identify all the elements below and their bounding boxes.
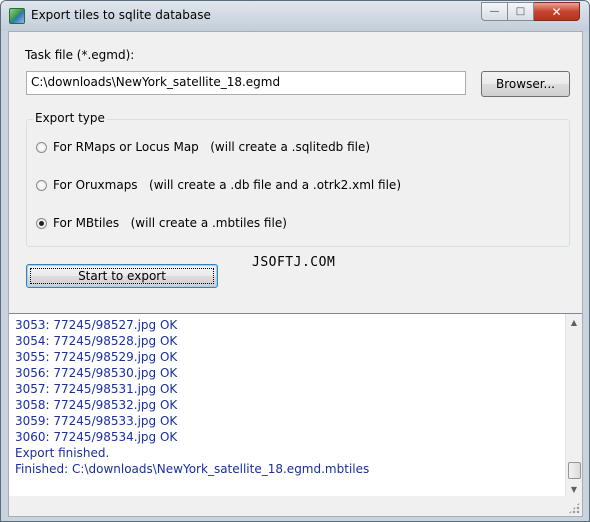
browse-button[interactable]: Browser... xyxy=(481,71,570,97)
scroll-down-icon[interactable]: ▼ xyxy=(566,481,582,497)
window-title: Export tiles to sqlite database xyxy=(31,8,211,22)
task-file-input[interactable]: C:\downloads\NewYork_satellite_18.egmd xyxy=(26,71,466,95)
minimize-icon: — xyxy=(489,6,500,17)
log-line: 3059: 77245/98533.jpg OK xyxy=(15,414,178,428)
export-type-group: Export type For RMaps or Locus Map (will… xyxy=(26,111,570,247)
minimize-button[interactable]: — xyxy=(481,2,508,21)
export-type-title: Export type xyxy=(33,111,107,125)
export-dialog-window: Export tiles to sqlite database — □ ✕ Ta… xyxy=(0,0,590,522)
scroll-thumb[interactable] xyxy=(568,462,581,479)
maximize-button[interactable]: □ xyxy=(508,2,534,21)
task-file-label: Task file (*.egmd): xyxy=(25,48,135,62)
title-bar[interactable]: Export tiles to sqlite database — □ ✕ xyxy=(1,1,589,31)
log-line: Export finished. xyxy=(15,446,110,460)
radio-option-oruxmaps[interactable]: For Oruxmaps (will create a .db file and… xyxy=(36,178,401,192)
log-line: 3057: 77245/98531.jpg OK xyxy=(15,382,178,396)
log-line: 3055: 77245/98529.jpg OK xyxy=(15,350,178,364)
log-line: 3058: 77245/98532.jpg OK xyxy=(15,398,178,412)
maximize-icon: □ xyxy=(515,6,526,17)
status-strip xyxy=(9,496,582,516)
watermark-text: JSOFTJ.COM xyxy=(252,255,336,270)
scroll-up-icon[interactable]: ▲ xyxy=(566,314,582,330)
start-export-button[interactable]: Start to export xyxy=(26,264,218,288)
log-line: Finished: C:\downloads\NewYork_satellite… xyxy=(15,462,370,476)
resize-grip-icon[interactable] xyxy=(568,502,580,514)
close-button[interactable]: ✕ xyxy=(534,2,580,21)
dialog-client-area: Task file (*.egmd): C:\downloads\NewYork… xyxy=(8,31,583,517)
map-app-icon xyxy=(9,8,25,24)
radio-label-oruxmaps: For Oruxmaps (will create a .db file and… xyxy=(53,178,401,192)
radio-button-mbtiles[interactable] xyxy=(36,217,47,229)
export-log-textarea[interactable]: 3053: 77245/98527.jpg OK 3054: 77245/9852… xyxy=(9,313,582,497)
radio-option-mbtiles[interactable]: For MBtiles (will create a .mbtiles file… xyxy=(36,216,287,230)
log-line: 3054: 77245/98528.jpg OK xyxy=(15,334,178,348)
close-icon: ✕ xyxy=(551,4,562,19)
log-vertical-scrollbar[interactable]: ▲ ▼ xyxy=(565,314,582,497)
log-line: 3053: 77245/98527.jpg OK xyxy=(15,318,178,332)
log-lines: 3053: 77245/98527.jpg OK 3054: 77245/9852… xyxy=(15,317,369,477)
radio-button-rmaps[interactable] xyxy=(36,141,47,153)
radio-option-rmaps[interactable]: For RMaps or Locus Map (will create a .s… xyxy=(36,140,370,154)
radio-label-mbtiles: For MBtiles (will create a .mbtiles file… xyxy=(53,216,287,230)
focus-rectangle xyxy=(30,268,214,284)
radio-button-oruxmaps[interactable] xyxy=(36,179,47,191)
log-line: 3056: 77245/98530.jpg OK xyxy=(15,366,178,380)
log-line: 3060: 77245/98534.jpg OK xyxy=(15,430,178,444)
radio-label-rmaps: For RMaps or Locus Map (will create a .s… xyxy=(53,140,371,154)
